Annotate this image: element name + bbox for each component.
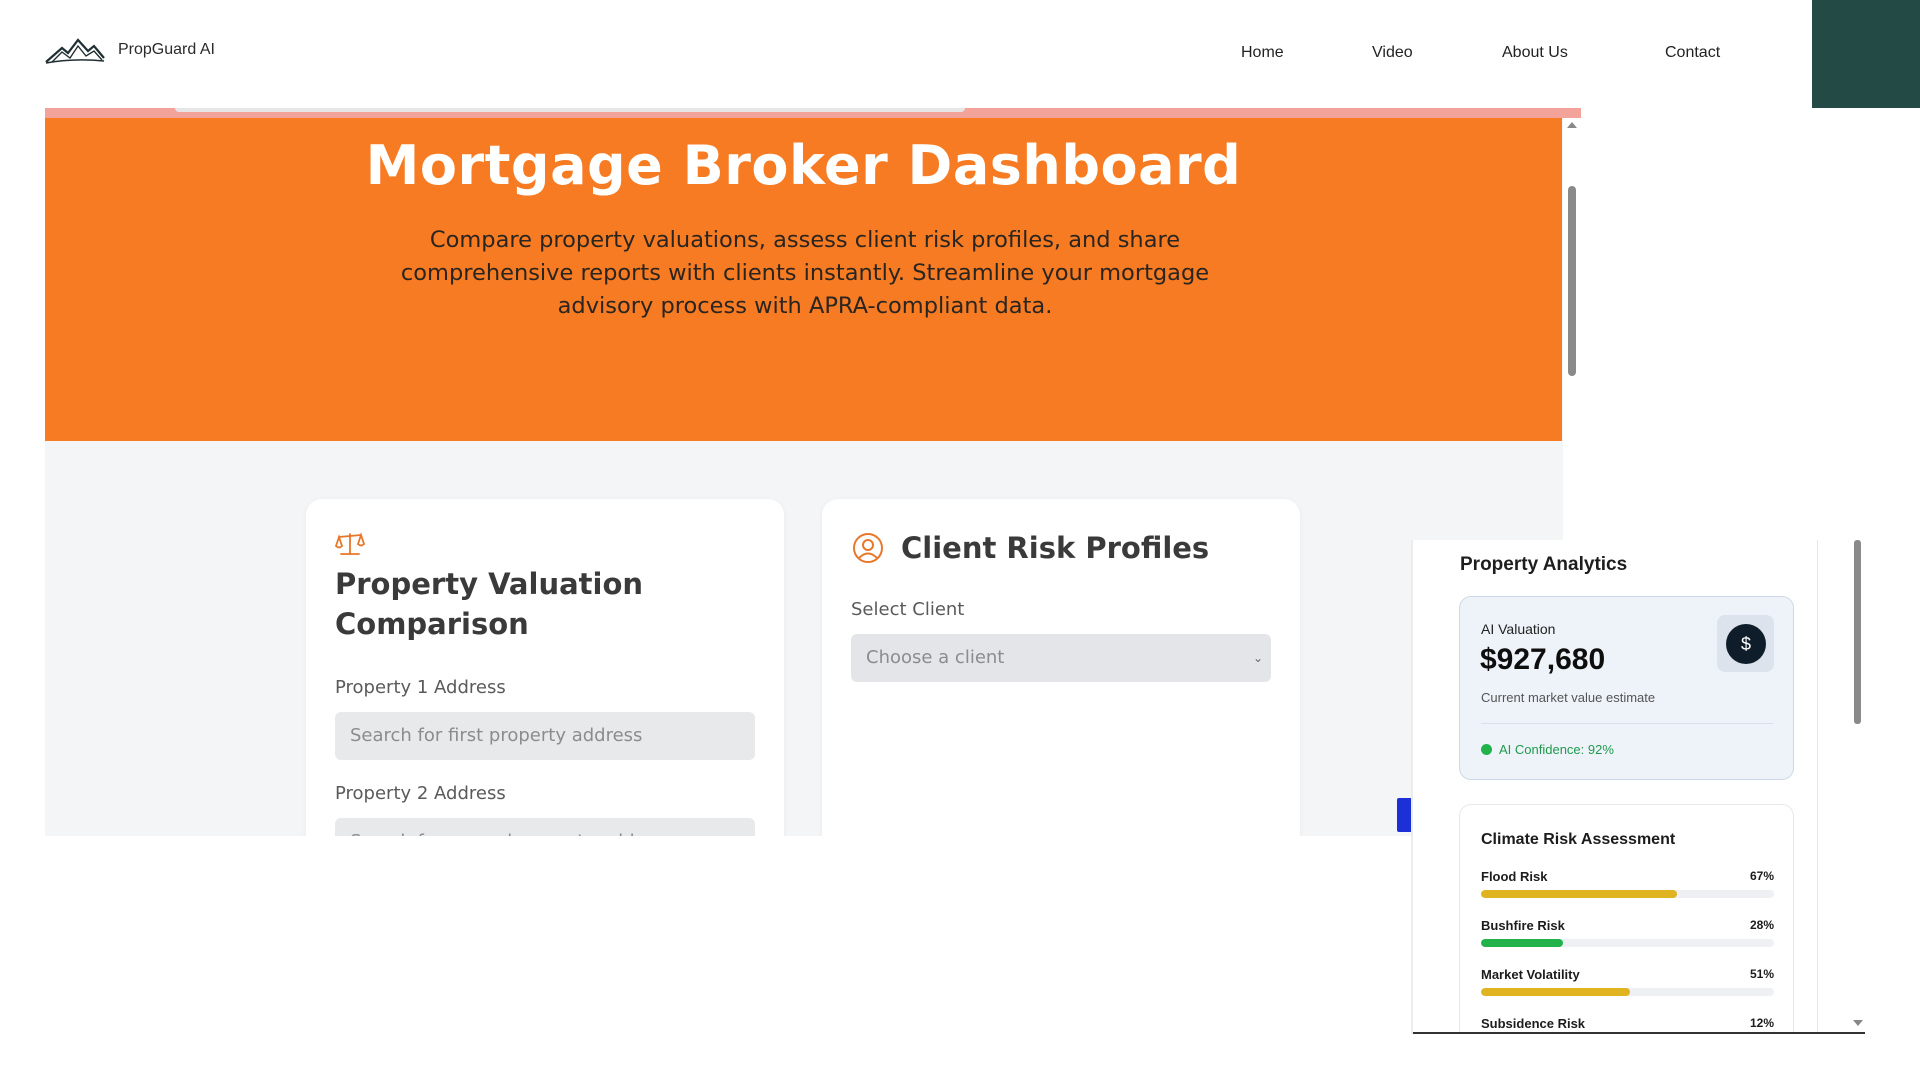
divider bbox=[1481, 723, 1773, 724]
risk-name: Bushfire Risk bbox=[1481, 918, 1565, 933]
chevron-down-icon: ⌄ bbox=[1252, 651, 1263, 665]
property2-label: Property 2 Address bbox=[335, 783, 506, 804]
scroll-up-icon[interactable] bbox=[1567, 122, 1577, 128]
brand-logo[interactable]: PropGuard AI bbox=[44, 34, 215, 66]
nav-link-home[interactable]: Home bbox=[1241, 44, 1284, 62]
client-risk-card: Client Risk Profiles Select Client Choos… bbox=[822, 499, 1300, 836]
risk-percent: 12% bbox=[1749, 1016, 1774, 1030]
ai-valuation-amount: $927,680 bbox=[1480, 643, 1606, 676]
frame-top-strip bbox=[45, 108, 1581, 118]
status-dot-icon bbox=[1481, 744, 1492, 755]
scroll-down-icon[interactable] bbox=[1853, 1020, 1863, 1026]
client-select-value: Choose a client bbox=[866, 647, 1005, 668]
nav-link-about[interactable]: About Us bbox=[1502, 44, 1568, 62]
dashboard-frame: Mortgage Broker Dashboard Compare proper… bbox=[45, 108, 1581, 836]
dollar-badge: $ bbox=[1717, 615, 1774, 672]
risk-progress-track bbox=[1481, 890, 1774, 898]
panel-scrollbar[interactable] bbox=[1853, 540, 1863, 1034]
brand-name: PropGuard AI bbox=[118, 41, 215, 58]
top-nav: PropGuard AI Home Video About Us Contact bbox=[0, 0, 1920, 108]
climate-risk-card: Climate Risk Assessment Flood Risk 67% Bus… bbox=[1459, 804, 1794, 1034]
scrollbar-thumb[interactable] bbox=[1568, 186, 1576, 376]
risk-name: Subsidence Risk bbox=[1481, 1016, 1586, 1031]
risk-percent: 67% bbox=[1749, 869, 1774, 883]
dollar-icon: $ bbox=[1726, 624, 1766, 664]
property-valuation-card: Property Valuation Comparison Property 1… bbox=[306, 499, 784, 836]
panel-scrollbar-thumb[interactable] bbox=[1854, 540, 1861, 724]
risk-progress-fill bbox=[1481, 890, 1678, 898]
scale-icon bbox=[335, 532, 365, 555]
select-client-label: Select Client bbox=[851, 599, 965, 620]
client-select[interactable]: Choose a client ⌄ bbox=[851, 634, 1271, 682]
nav-link-video[interactable]: Video bbox=[1372, 44, 1413, 62]
valuation-card-title: Property Valuation Comparison bbox=[335, 567, 644, 641]
property1-label: Property 1 Address bbox=[335, 677, 506, 698]
analytics-title: Property Analytics bbox=[1460, 554, 1628, 575]
client-card-title: Client Risk Profiles bbox=[901, 531, 1210, 565]
risk-progress-fill bbox=[1481, 988, 1631, 996]
risk-progress-fill bbox=[1481, 939, 1564, 947]
mountain-logo-icon bbox=[45, 38, 105, 64]
nav-link-contact[interactable]: Contact bbox=[1665, 44, 1720, 62]
ai-confidence-text: AI Confidence: 92% bbox=[1499, 742, 1614, 757]
user-circle-icon bbox=[853, 533, 883, 563]
risk-progress-track bbox=[1481, 939, 1774, 947]
page-title: Mortgage Broker Dashboard bbox=[365, 134, 1242, 197]
risk-name: Flood Risk bbox=[1481, 869, 1548, 884]
risk-percent: 28% bbox=[1749, 918, 1774, 932]
risk-name: Market Volatility bbox=[1481, 967, 1580, 982]
property2-address-input[interactable]: Search for second property address bbox=[335, 818, 755, 836]
corner-brand-block bbox=[1812, 0, 1920, 108]
hero-description: Compare property valuations, assess clie… bbox=[400, 227, 1210, 319]
hero-banner: Mortgage Broker Dashboard Compare proper… bbox=[45, 118, 1562, 441]
climate-risk-title: Climate Risk Assessment bbox=[1481, 831, 1676, 848]
risk-progress-track bbox=[1481, 988, 1774, 996]
ai-valuation-label: AI Valuation bbox=[1481, 621, 1556, 637]
property1-address-input[interactable]: Search for first property address bbox=[335, 712, 755, 760]
ai-valuation-subtitle: Current market value estimate bbox=[1481, 690, 1656, 705]
risk-percent: 51% bbox=[1749, 967, 1774, 981]
property-analytics-panel: Property Analytics AI Valuation $927,680… bbox=[1413, 540, 1863, 1034]
ai-valuation-card: AI Valuation $927,680 Current market val… bbox=[1459, 596, 1794, 780]
ai-confidence: AI Confidence: 92% bbox=[1481, 742, 1614, 757]
